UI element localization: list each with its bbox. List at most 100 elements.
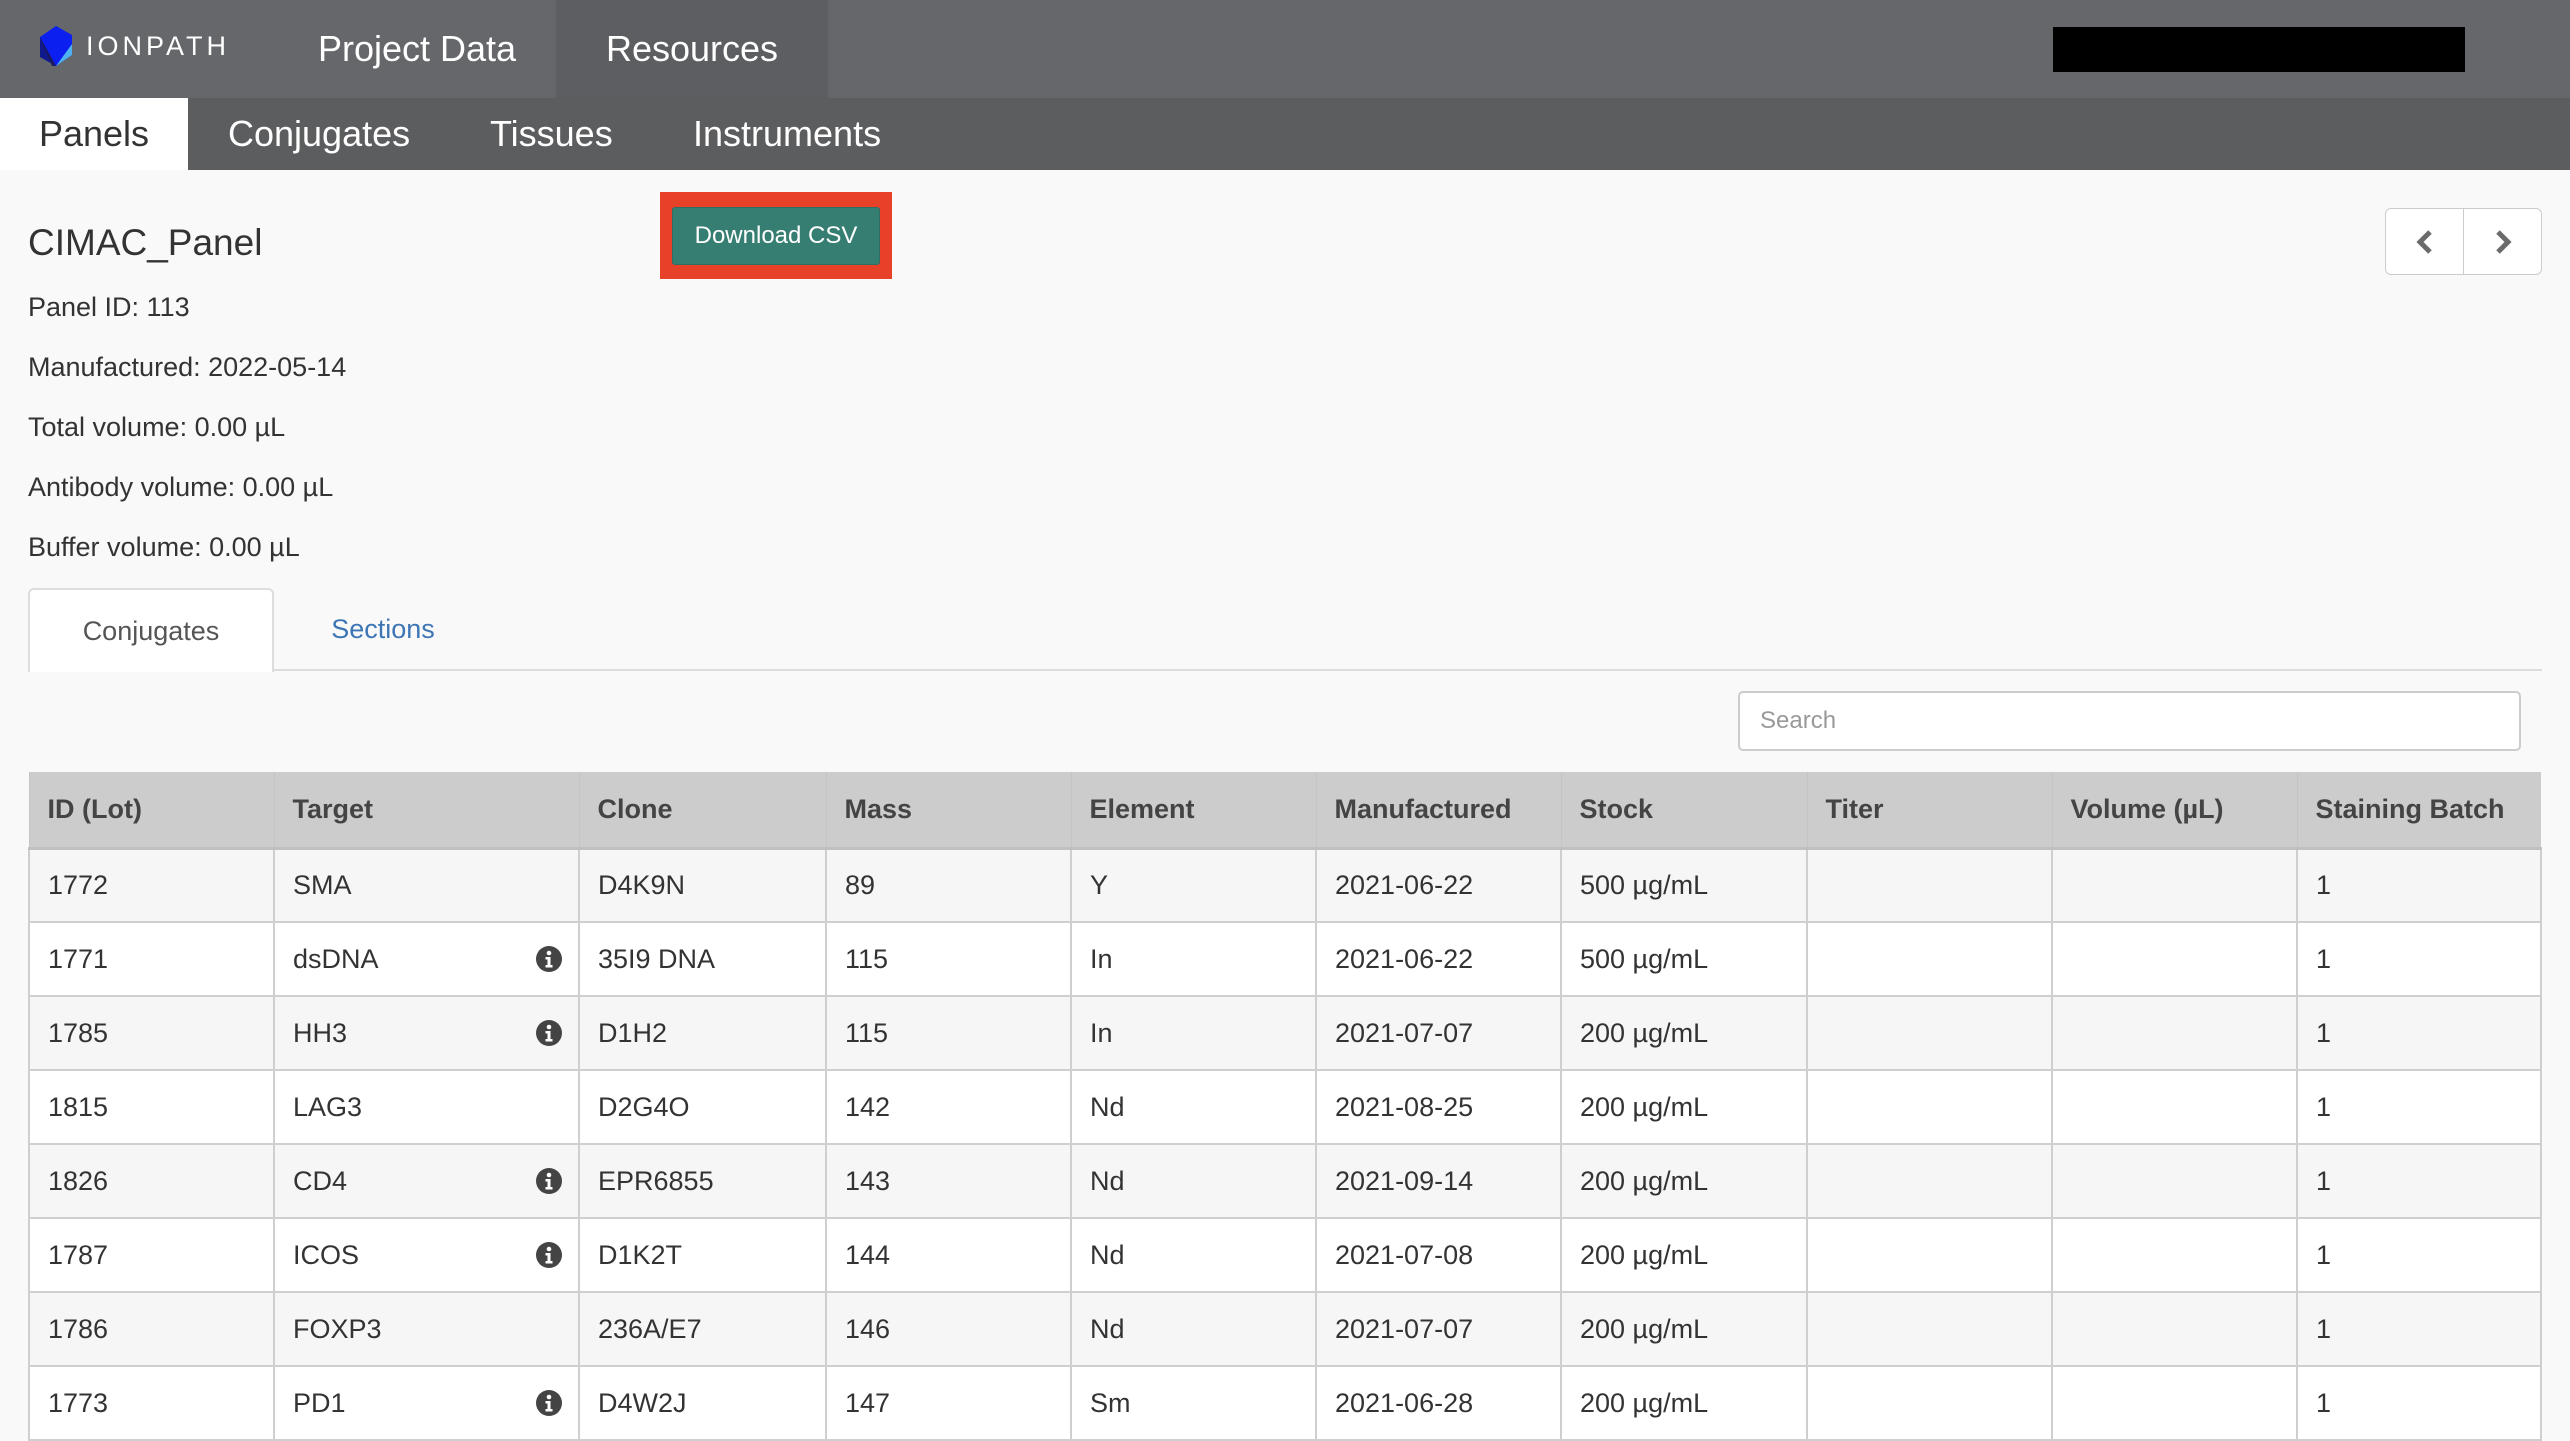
cell-stock: 200 µg/mL: [1560, 1070, 1808, 1145]
tab-conjugates[interactable]: Conjugates: [28, 588, 274, 672]
cell-target-text: SMA: [293, 869, 352, 900]
cell-volume: [2051, 1366, 2298, 1441]
cell-manufactured: 2021-07-07: [1315, 1292, 1562, 1367]
cell-manufactured: 2021-06-22: [1315, 922, 1562, 997]
cell-titer: [1806, 922, 2053, 997]
column-header[interactable]: Target: [273, 772, 579, 850]
info-icon[interactable]: [536, 946, 562, 972]
cell-staining-batch-text: 1: [2316, 1091, 2332, 1122]
topnav-resources[interactable]: Resources: [556, 0, 828, 98]
cell-titer: [1806, 1292, 2053, 1367]
next-button[interactable]: [2463, 209, 2541, 274]
cell-manufactured: 2021-09-14: [1315, 1144, 1562, 1219]
column-header[interactable]: Stock: [1560, 772, 1807, 850]
table-row[interactable]: 1771 dsDNA 35I9 DNA 115 In 2021-06-22 500 µg/m…: [28, 922, 2542, 997]
cell-staining-batch-text: 1: [2316, 869, 2332, 900]
search-input[interactable]: [1738, 691, 2521, 751]
cell-mass: 143: [825, 1144, 1072, 1219]
brand-logo[interactable]: IONPATH: [38, 26, 230, 66]
cell-target: dsDNA: [273, 922, 580, 997]
table-row[interactable]: 1772 SMA D4K9N 89 Y 2021-06-22 500 µg/mL 1: [28, 848, 2542, 923]
cell-volume: [2051, 1292, 2298, 1367]
column-header[interactable]: Titer: [1806, 772, 2052, 850]
topnav-project-data[interactable]: Project Data: [278, 0, 556, 98]
column-header[interactable]: Clone: [578, 772, 826, 850]
cell-staining-batch-text: 1: [2316, 1017, 2332, 1048]
table-row[interactable]: 1786 FOXP3 236A/E7 146 Nd 2021-07-07 200 µg/mL…: [28, 1292, 2542, 1367]
cell-manufactured-text: 2021-06-22: [1335, 943, 1474, 974]
cell-mass: 115: [825, 922, 1072, 997]
table-row[interactable]: 1785 HH3 D1H2 115 In 2021-07-07 200 µg/mL 1: [28, 996, 2542, 1071]
cell-clone-text: D2G4O: [598, 1091, 690, 1122]
info-icon[interactable]: [536, 1020, 562, 1046]
cell-element-text: Nd: [1090, 1165, 1125, 1196]
cell-staining-batch: 1: [2296, 1292, 2542, 1367]
cell-element: Nd: [1070, 1218, 1317, 1293]
cell-element-text: Nd: [1090, 1239, 1125, 1270]
cell-target-text: ICOS: [293, 1239, 360, 1270]
cell-manufactured-text: 2021-06-22: [1335, 869, 1474, 900]
cell-manufactured-text: 2021-06-28: [1335, 1387, 1474, 1418]
cell-id: 1826: [28, 1144, 275, 1219]
pager: [2385, 208, 2542, 275]
cell-stock: 200 µg/mL: [1560, 1218, 1808, 1293]
cell-element: Sm: [1070, 1366, 1317, 1441]
table-row[interactable]: 1826 CD4 EPR6855 143 Nd 2021-09-14 200 µg/mL 1: [28, 1144, 2542, 1219]
cell-stock-text: 200 µg/mL: [1580, 1091, 1709, 1122]
cell-clone-text: 236A/E7: [598, 1313, 702, 1344]
cell-target: LAG3: [273, 1070, 580, 1145]
cell-id: 1785: [28, 996, 275, 1071]
column-header[interactable]: Mass: [825, 772, 1071, 850]
column-header[interactable]: Volume (µL): [2051, 772, 2297, 850]
cell-clone: 35I9 DNA: [578, 922, 827, 997]
cell-volume: [2051, 996, 2298, 1071]
cell-target: SMA: [273, 848, 580, 923]
conjugates-table: ID (Lot) Target Clone Mass Element Manufactur…: [28, 772, 2542, 1441]
cell-clone-text: 35I9 DNA: [598, 943, 716, 974]
column-header[interactable]: Staining Batch: [2296, 772, 2541, 850]
cell-mass-text: 146: [845, 1313, 891, 1344]
cell-staining-batch: 1: [2296, 1218, 2542, 1293]
cell-id-text: 1787: [48, 1239, 109, 1270]
table-row[interactable]: 1773 PD1 D4W2J 147 Sm 2021-06-28 200 µg/mL 1: [28, 1366, 2542, 1441]
cell-id: 1787: [28, 1218, 275, 1293]
cell-mass: 115: [825, 996, 1072, 1071]
cell-manufactured-text: 2021-08-25: [1335, 1091, 1474, 1122]
cell-mass: 144: [825, 1218, 1072, 1293]
cell-staining-batch-text: 1: [2316, 1239, 2332, 1270]
column-header[interactable]: ID (Lot): [28, 772, 274, 850]
cell-volume: [2051, 1218, 2298, 1293]
subnav-tissues[interactable]: Tissues: [490, 98, 613, 170]
cell-clone-text: D1H2: [598, 1017, 668, 1048]
cell-clone: D1H2: [578, 996, 827, 1071]
info-icon[interactable]: [536, 1168, 562, 1194]
info-icon[interactable]: [536, 1242, 562, 1268]
previous-button[interactable]: [2386, 209, 2463, 274]
sub-navbar: Panels Conjugates Tissues Instruments: [0, 98, 2570, 170]
subnav-instruments[interactable]: Instruments: [693, 98, 881, 170]
cell-element-text: Y: [1090, 869, 1109, 900]
column-header[interactable]: Element: [1070, 772, 1316, 850]
cell-titer: [1806, 1218, 2053, 1293]
subnav-conjugates[interactable]: Conjugates: [228, 98, 410, 170]
cell-staining-batch: 1: [2296, 1366, 2542, 1441]
tab-sections[interactable]: Sections: [310, 588, 456, 671]
cell-stock-text: 200 µg/mL: [1580, 1017, 1709, 1048]
column-header[interactable]: Manufactured: [1315, 772, 1561, 850]
cell-target-text: PD1: [293, 1387, 346, 1418]
cell-staining-batch-text: 1: [2316, 1313, 2332, 1344]
cell-clone: D1K2T: [578, 1218, 827, 1293]
cell-target: ICOS: [273, 1218, 580, 1293]
cell-staining-batch-text: 1: [2316, 943, 2332, 974]
cell-stock-text: 200 µg/mL: [1580, 1387, 1709, 1418]
top-navbar: IONPATH Project Data Resources: [0, 0, 2570, 98]
cell-id: 1772: [28, 848, 275, 923]
subnav-panels[interactable]: Panels: [0, 98, 188, 170]
table-row[interactable]: 1815 LAG3 D2G4O 142 Nd 2021-08-25 200 µg/mL 1: [28, 1070, 2542, 1145]
cell-target-text: dsDNA: [293, 943, 379, 974]
cell-id-text: 1785: [48, 1017, 109, 1048]
table-row[interactable]: 1787 ICOS D1K2T 144 Nd 2021-07-08 200 µg/mL 1: [28, 1218, 2542, 1293]
info-icon[interactable]: [536, 1390, 562, 1416]
download-csv-button[interactable]: Download CSV: [672, 207, 880, 265]
cell-element-text: In: [1090, 1017, 1113, 1048]
